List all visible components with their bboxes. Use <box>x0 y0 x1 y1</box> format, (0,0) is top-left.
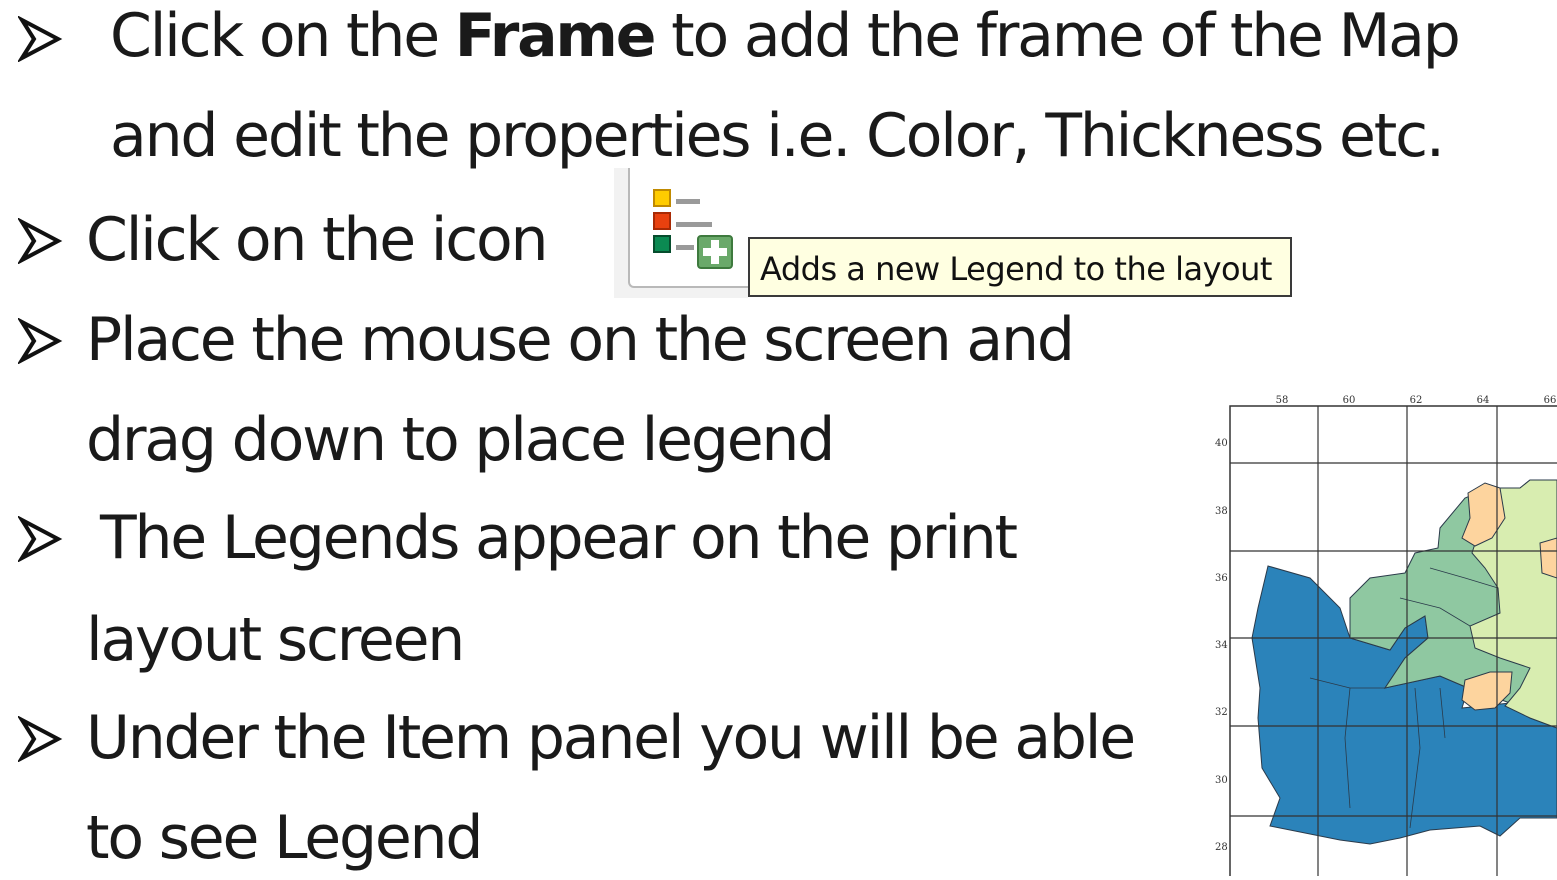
x-tick-label: 58 <box>1276 395 1289 406</box>
x-tick-label: 64 <box>1477 395 1490 406</box>
instruction-line-2: and edit the properties i.e. Color, Thic… <box>110 101 1445 171</box>
arrow-bullet-icon <box>18 318 63 364</box>
y-tick-label: 38 <box>1215 506 1228 517</box>
arrow-bullet-icon <box>18 716 63 762</box>
map-preview: 58 60 62 64 66 40 38 36 34 32 30 28 <box>1200 388 1557 880</box>
instruction-line-8: Under the Item panel you will be able <box>86 703 1136 773</box>
instruction-line-9: to see Legend <box>86 803 483 873</box>
add-legend-icon <box>653 189 733 269</box>
instruction-line-7: layout screen <box>86 605 465 675</box>
y-tick-label: 30 <box>1215 775 1228 786</box>
x-tick-label: 62 <box>1410 395 1423 406</box>
instruction-line-5: drag down to place legend <box>86 405 835 475</box>
y-tick-label: 36 <box>1215 573 1228 584</box>
instruction-text: Click on the <box>110 1 455 71</box>
arrow-bullet-icon <box>18 218 63 264</box>
y-tick-label: 40 <box>1215 438 1228 449</box>
add-legend-toolbar-button[interactable] <box>614 168 748 298</box>
x-tick-label: 66 <box>1544 395 1557 406</box>
arrow-bullet-icon <box>18 16 63 62</box>
y-tick-label: 32 <box>1215 707 1228 718</box>
instruction-line-1: Click on the Frame to add the frame of t… <box>110 6 1461 66</box>
map-region <box>1539 537 1557 579</box>
y-tick-label: 28 <box>1215 842 1228 853</box>
x-tick-label: 60 <box>1343 395 1356 406</box>
instruction-line-4: Place the mouse on the screen and <box>86 305 1075 375</box>
instruction-line-3: Click on the icon <box>86 205 549 275</box>
map-svg: 58 60 62 64 66 40 38 36 34 32 30 28 <box>1215 395 1557 880</box>
arrow-bullet-icon <box>18 516 63 562</box>
instruction-line-6: The Legends appear on the print <box>100 503 1018 573</box>
instruction-text: to add the frame of the Map <box>654 1 1461 71</box>
y-tick-label: 34 <box>1215 640 1228 651</box>
tooltip: Adds a new Legend to the layout <box>748 237 1292 297</box>
frame-keyword: Frame <box>454 1 657 71</box>
